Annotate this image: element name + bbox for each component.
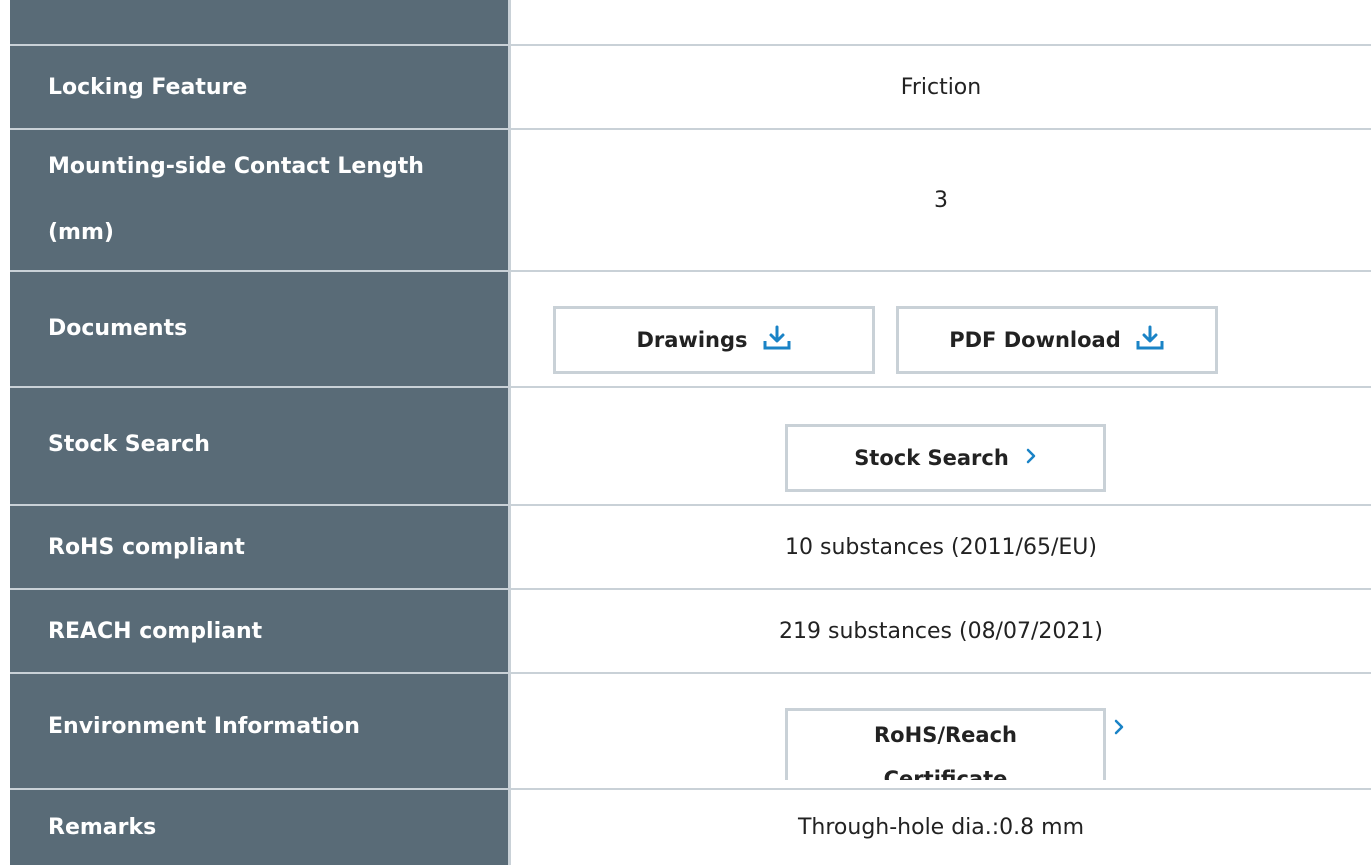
- label-text: Mounting-side Contact Length (mm): [48, 154, 424, 245]
- drawings-button[interactable]: Drawings: [553, 306, 875, 374]
- certificate-button-line2: Certificate: [883, 767, 1008, 780]
- label-remarks: Remarks: [10, 790, 508, 865]
- download-icon: [762, 325, 792, 356]
- value-rohs: 10 substances (2011/65/EU): [511, 506, 1371, 588]
- table-row-top: [0, 0, 1371, 44]
- label-cell-top: [10, 0, 508, 44]
- table-row-stock-search: Stock Search Stock Search: [0, 388, 1371, 504]
- download-icon: [1135, 325, 1165, 356]
- label-rohs: RoHS compliant: [10, 506, 508, 588]
- spec-table: Locking Feature Friction Mounting-side C…: [0, 0, 1371, 865]
- label-stock-search: Stock Search: [10, 388, 508, 504]
- label-reach: REACH compliant: [10, 590, 508, 672]
- pdf-download-button-label: PDF Download: [949, 328, 1121, 352]
- table-row-contact-length: Mounting-side Contact Length (mm) 3: [0, 130, 1371, 270]
- table-row-environment: Environment Information RoHS/Reach Certi…: [0, 674, 1371, 788]
- value-contact-length: 3: [511, 130, 1371, 270]
- value-text: Through-hole dia.:0.8 mm: [797, 815, 1085, 840]
- label-documents: Documents: [10, 272, 508, 386]
- drawings-button-label: Drawings: [636, 328, 748, 352]
- rohs-reach-certificate-button[interactable]: RoHS/Reach Certificate: [785, 708, 1106, 780]
- label-text: RoHS compliant: [48, 534, 245, 560]
- value-text: 3: [934, 187, 948, 213]
- label-text: Environment Information: [48, 714, 360, 739]
- label-environment: Environment Information: [10, 674, 508, 788]
- value-text: Friction: [900, 74, 982, 100]
- chevron-right-icon: [1113, 718, 1125, 740]
- label-text: Locking Feature: [48, 74, 248, 100]
- value-remarks: Through-hole dia.:0.8 mm: [511, 790, 1371, 865]
- stock-search-button[interactable]: Stock Search: [785, 424, 1106, 492]
- table-row-documents: Documents Drawings PDF Download: [0, 272, 1371, 386]
- certificate-button-line1: RoHS/Reach: [874, 723, 1017, 747]
- table-row-locking-feature: Locking Feature Friction: [0, 46, 1371, 128]
- value-locking-feature: Friction: [511, 46, 1371, 128]
- column-divider: [508, 0, 511, 865]
- label-text: Remarks: [48, 815, 157, 840]
- value-text: 219 substances (08/07/2021): [779, 618, 1103, 644]
- label-contact-length: Mounting-side Contact Length (mm): [10, 130, 508, 270]
- label-text: REACH compliant: [48, 618, 263, 644]
- value-cell-top: [511, 0, 1371, 44]
- label-text: Stock Search: [48, 432, 210, 457]
- label-locking-feature: Locking Feature: [10, 46, 508, 128]
- pdf-download-button[interactable]: PDF Download: [896, 306, 1218, 374]
- stock-search-button-label: Stock Search: [854, 446, 1009, 470]
- label-text: Documents: [48, 316, 188, 341]
- value-text: 10 substances (2011/65/EU): [785, 534, 1097, 560]
- table-row-reach: REACH compliant 219 substances (08/07/20…: [0, 590, 1371, 672]
- table-row-remarks: Remarks Through-hole dia.:0.8 mm: [0, 790, 1371, 865]
- value-reach: 219 substances (08/07/2021): [511, 590, 1371, 672]
- table-row-rohs: RoHS compliant 10 substances (2011/65/EU…: [0, 506, 1371, 588]
- chevron-right-icon: [1025, 446, 1037, 470]
